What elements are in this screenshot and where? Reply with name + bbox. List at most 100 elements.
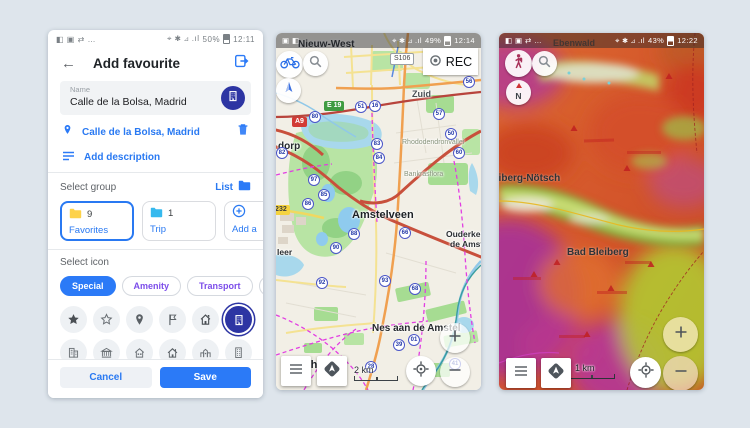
canvas: ◧ ▣ ⇄ … ⌖ ✱ ⊿ .ıl 50% 12:11 ← Add favour… [0,0,750,428]
home-icon[interactable] [192,306,219,333]
cycle-node-marker: 57 [433,108,445,120]
zoom-out-icon [447,362,463,383]
navigation-button[interactable] [317,356,347,386]
battery-percent: 50% [203,35,221,44]
group-name: Add a [232,224,263,235]
group-count: 9 [87,209,92,220]
star-filled-icon[interactable] [60,306,87,333]
status-bar: ▣ ◧ ⌖ ✱ ⊿ .ıl 49% 12:14 [276,33,481,48]
group-card-trip[interactable]: 1Trip [142,201,216,241]
group-card-favorites[interactable]: 9 Favorites [60,201,134,241]
cycle-node-marker: 88 [348,228,360,240]
select-icon-label: Select icon [60,257,251,268]
zoom-in-button[interactable] [663,317,698,352]
flag-icon[interactable] [159,306,186,333]
status-left-icons: ▣ ◧ [282,36,299,45]
cycle-node-marker: 82 [276,147,288,159]
location-pin-icon[interactable] [126,306,153,333]
chip-amenity[interactable]: Amenity [122,276,182,296]
cycle-node-marker: 56 [463,76,475,88]
profile-bicycle-button[interactable] [276,51,303,78]
cycle-node-marker: 97 [308,174,320,186]
building-selected-icon[interactable] [225,306,252,333]
dialog-footer: Cancel Save [48,359,263,398]
add-favourite-screen: ◧ ▣ ⇄ … ⌖ ✱ ⊿ .ıl 50% 12:11 ← Add favour… [48,30,263,398]
name-field[interactable]: Name Calle de la Bolsa, Madrid [60,81,251,115]
road-shield: A9 [292,117,307,127]
menu-button[interactable] [281,356,311,386]
status-bar: ◧ ▣ ⇄ … ⌖ ✱ ⊿ .ıl 50% 12:11 [48,30,263,48]
search-icon [537,54,552,74]
cycle-node-marker: 39 [393,339,405,351]
map-label: leer [277,247,292,257]
battery-icon [444,36,451,46]
scale-ruler [354,376,398,381]
zoom-out-button[interactable] [663,356,698,390]
page-title: Add favourite [93,56,234,71]
cycle-node-marker: 68 [409,283,421,295]
group-name: Favorites [69,225,125,236]
chip-service[interactable]: Service [259,276,263,296]
road-shield: E 19 [324,101,344,111]
zoom-in-icon [447,328,463,349]
map-label: Rhododendronvallei [402,139,464,146]
building-icon [226,89,240,108]
map-label: Bad Bleiberg [567,247,629,258]
cycle-node-marker: 01 [408,334,420,346]
delete-address-icon[interactable] [237,123,249,141]
record-icon [429,54,442,70]
cycle-node-marker: 90 [330,242,342,254]
rec-widget[interactable]: REC [423,48,478,75]
my-location-button[interactable] [406,356,436,386]
replace-point-icon[interactable] [234,53,250,74]
compass-north-letter: N [515,91,521,101]
menu-icon [288,362,304,381]
chip-special[interactable]: Special [60,276,116,296]
back-arrow-icon[interactable]: ← [61,55,93,72]
compass-button[interactable]: N [506,80,531,105]
map-label: Bankrasflora [404,171,443,178]
map-label: Zuid [412,89,431,99]
navigation-button[interactable] [541,358,571,388]
rec-label: REC [446,55,472,69]
profile-hiking-button[interactable] [505,50,532,77]
map-screen-amstelveen[interactable]: Nieuw-WestdorpZuidRhododendronvalleiBank… [276,33,481,390]
battery-icon [667,36,674,46]
cycle-node-marker: 92 [316,277,328,289]
select-group-header: Select group List [48,173,263,198]
group-cards: 9 Favorites 1Trip Add a [48,198,263,249]
location-pin-icon [62,123,73,141]
add-group-plus-icon [232,204,246,223]
icon-category-chips: Special AmenityTransport Service [48,272,263,303]
menu-button[interactable] [506,358,536,388]
name-field-value[interactable]: Calle de la Bolsa, Madrid [70,96,209,108]
zoom-in-button[interactable] [440,323,470,353]
map-label: de Amstel [450,239,481,249]
zoom-out-button[interactable] [440,357,470,387]
select-group-label: Select group [60,182,215,193]
add-description-row[interactable]: Add description [48,146,263,168]
cycle-node-marker: 86 [302,198,314,210]
search-button[interactable] [532,51,557,76]
list-link[interactable]: List [215,180,251,194]
group-card-add-a[interactable]: Add a [224,201,263,241]
bicycle-icon [280,55,300,74]
chip-transport[interactable]: Transport [187,276,253,296]
address-row[interactable]: Calle de la Bolsa, Madrid [48,120,263,144]
my-location-button[interactable] [630,357,661,388]
description-lines-icon [62,148,75,166]
compass-needle-icon [516,83,522,88]
group-name: Trip [150,224,208,235]
search-button[interactable] [303,51,328,76]
save-button[interactable]: Save [160,367,252,388]
road-shield: N232 [276,205,290,215]
cancel-button[interactable]: Cancel [60,367,152,388]
map-scale: 1 km [567,363,615,379]
compass-button[interactable] [276,78,301,103]
map-screen-terrain[interactable]: EbenwaldBleiberg-NötschBad Bleiberg ◧ ▣ … [499,33,704,390]
zoom-in-icon [673,324,689,345]
map-label: Bleiberg-Nötsch [499,173,560,184]
star-outline-icon[interactable] [93,306,120,333]
folder-icon [150,205,163,223]
compass-needle-icon [281,80,297,101]
